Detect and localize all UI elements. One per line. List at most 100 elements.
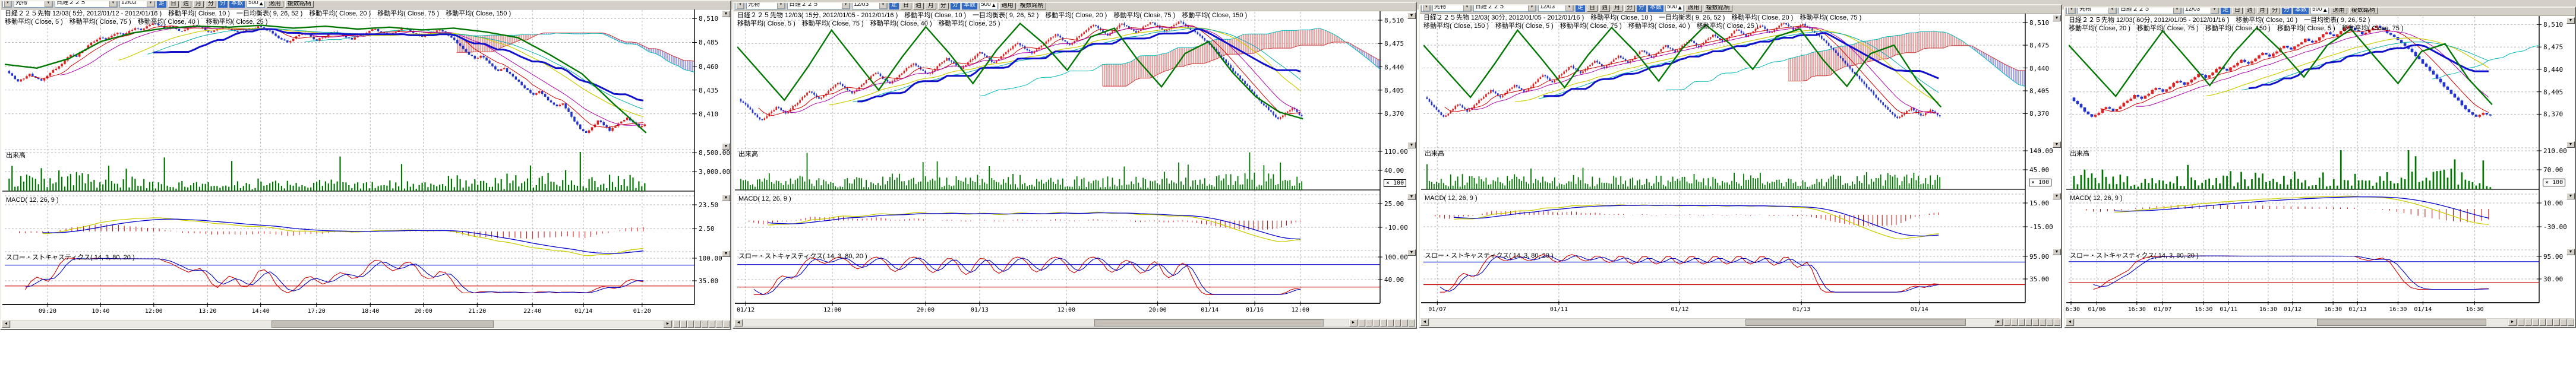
scroll-left-button[interactable]: ◄ [734,319,743,326]
tool-button[interactable] [694,321,701,328]
tool-button[interactable] [1359,319,1365,326]
pane-dropdown-button[interactable]: ▼ [1407,12,1416,19]
symbol-select[interactable]: 日経２２５▼ [2119,8,2182,14]
tool-button[interactable] [2018,319,2025,326]
scrollbar-track[interactable] [2075,319,2508,326]
tool-button[interactable] [1366,319,1372,326]
pane-dropdown-button[interactable]: ▼ [2566,141,2575,148]
tool-button[interactable] [1373,319,1379,326]
tool-button[interactable] [1387,319,1394,326]
tool-button[interactable] [2546,319,2553,326]
tool-button[interactable] [1380,319,1387,326]
tool-button[interactable] [1409,319,1415,326]
scrollbar-track[interactable] [743,319,1349,326]
instrument-select[interactable]: 先物▼ [746,3,785,9]
instrument-select[interactable]: 先物▼ [14,1,53,8]
pane-dropdown-button[interactable]: ▼ [2566,17,2575,24]
apply-button[interactable]: 適用 [1685,5,1702,12]
period-minute-button[interactable]: 分 [1624,5,1635,12]
symbol-select[interactable]: 日経２２５▼ [787,3,850,9]
period-minute-button[interactable]: 分 [2269,8,2280,14]
tool-button[interactable] [2032,319,2039,326]
pane-dropdown-button[interactable]: ▼ [2053,15,2061,21]
bars-count-input[interactable]: 500▲ [979,3,997,9]
mini-combo[interactable]: ▼ [2066,8,2076,14]
scrollbar-thumb[interactable] [1094,319,1324,326]
tool-button[interactable] [2532,319,2539,326]
pane-dropdown-button[interactable]: ▼ [1407,249,1416,256]
apply-button[interactable]: 適用 [999,3,1016,9]
tool-button[interactable] [1394,319,1401,326]
scrollbar-track[interactable] [11,321,663,328]
scrollbar-track[interactable] [1429,319,1994,326]
instrument-select[interactable]: 先物▼ [2078,8,2117,14]
tool-button[interactable] [1401,319,1408,326]
horizontal-scrollbar[interactable]: ◄ ► [2,320,730,328]
tool-button[interactable] [2011,319,2018,326]
scrollbar-thumb[interactable] [2317,319,2486,326]
bars-count-input[interactable]: 500▲ [1665,5,1684,12]
period-week-button[interactable]: 週 [2244,8,2255,14]
contract-select[interactable]: 12/03▼ [1538,5,1574,12]
tool-button[interactable] [2040,319,2046,326]
apply-button[interactable]: 適用 [267,1,283,8]
contract-select[interactable]: 12/03▼ [2183,8,2219,14]
multi-symbol-button[interactable]: 複数銘柄 [285,1,314,8]
period-minute-button[interactable]: 分 [938,3,949,9]
period-month-button[interactable]: 月 [926,3,936,9]
period-month-button[interactable]: 月 [2257,8,2268,14]
period-day-button[interactable]: 日 [901,3,911,9]
scroll-left-button[interactable]: ◄ [2066,319,2074,326]
pane-dropdown-button[interactable]: ▼ [2566,193,2575,199]
bars-count-input[interactable]: 500▲ [247,1,265,8]
pane-dropdown-button[interactable]: ▼ [722,250,730,257]
multi-symbol-button[interactable]: 複数銘柄 [2349,8,2378,14]
scroll-left-button[interactable]: ◄ [1420,319,1429,326]
contract-select[interactable]: 12/03▼ [852,3,888,9]
period-month-button[interactable]: 月 [1612,5,1622,12]
horizontal-scrollbar[interactable]: ◄ ► [2066,318,2574,326]
pane-dropdown-button[interactable]: ▼ [2053,193,2061,199]
scroll-right-button[interactable]: ► [1349,319,1358,326]
instrument-select[interactable]: 先物▼ [1432,5,1472,12]
scrollbar-thumb[interactable] [272,321,493,328]
symbol-select[interactable]: 日経２２５▼ [1473,5,1536,12]
pane-dropdown-button[interactable]: ▼ [1407,193,1416,200]
pane-dropdown-button[interactable]: ▼ [1407,142,1416,148]
horizontal-scrollbar[interactable]: ◄ ► [1420,318,2060,326]
bars-count-input[interactable]: 500▲ [2310,8,2329,14]
pane-dropdown-button[interactable]: ▼ [2053,249,2061,255]
pane-dropdown-button[interactable]: ▼ [722,11,730,17]
pane-dropdown-button[interactable]: ▼ [2566,249,2575,255]
tool-button[interactable] [680,321,687,328]
scroll-right-button[interactable]: ► [2508,319,2517,326]
period-minute-button[interactable]: 分 [206,1,216,8]
mini-combo[interactable]: ▼ [2,1,12,8]
mini-combo[interactable]: ▼ [735,3,744,9]
tool-button[interactable] [723,321,730,328]
tool-button[interactable] [2047,319,2053,326]
tool-button[interactable] [673,321,680,328]
period-day-button[interactable]: 日 [168,1,179,8]
tool-button[interactable] [709,321,715,328]
scroll-right-button[interactable]: ► [1994,319,2003,326]
tool-button[interactable] [2568,319,2574,326]
tool-button[interactable] [2553,319,2560,326]
horizontal-scrollbar[interactable]: ◄ ► [734,319,1415,327]
apply-button[interactable]: 適用 [2331,8,2347,14]
period-day-button[interactable]: 日 [2232,8,2243,14]
period-day-button[interactable]: 日 [1587,5,1598,12]
tool-button[interactable] [2004,319,2010,326]
tool-button[interactable] [716,321,722,328]
period-week-button[interactable]: 週 [913,3,924,9]
tool-button[interactable] [702,321,708,328]
period-month-button[interactable]: 月 [193,1,204,8]
pane-dropdown-button[interactable]: ▼ [722,195,730,201]
tool-button[interactable] [2518,319,2524,326]
multi-symbol-button[interactable]: 複数銘柄 [1704,5,1732,12]
pane-dropdown-button[interactable]: ▼ [2053,141,2061,148]
tool-button[interactable] [2539,319,2546,326]
tool-button[interactable] [2025,319,2032,326]
pane-dropdown-button[interactable]: ▼ [722,143,730,150]
tool-button[interactable] [2054,319,2060,326]
